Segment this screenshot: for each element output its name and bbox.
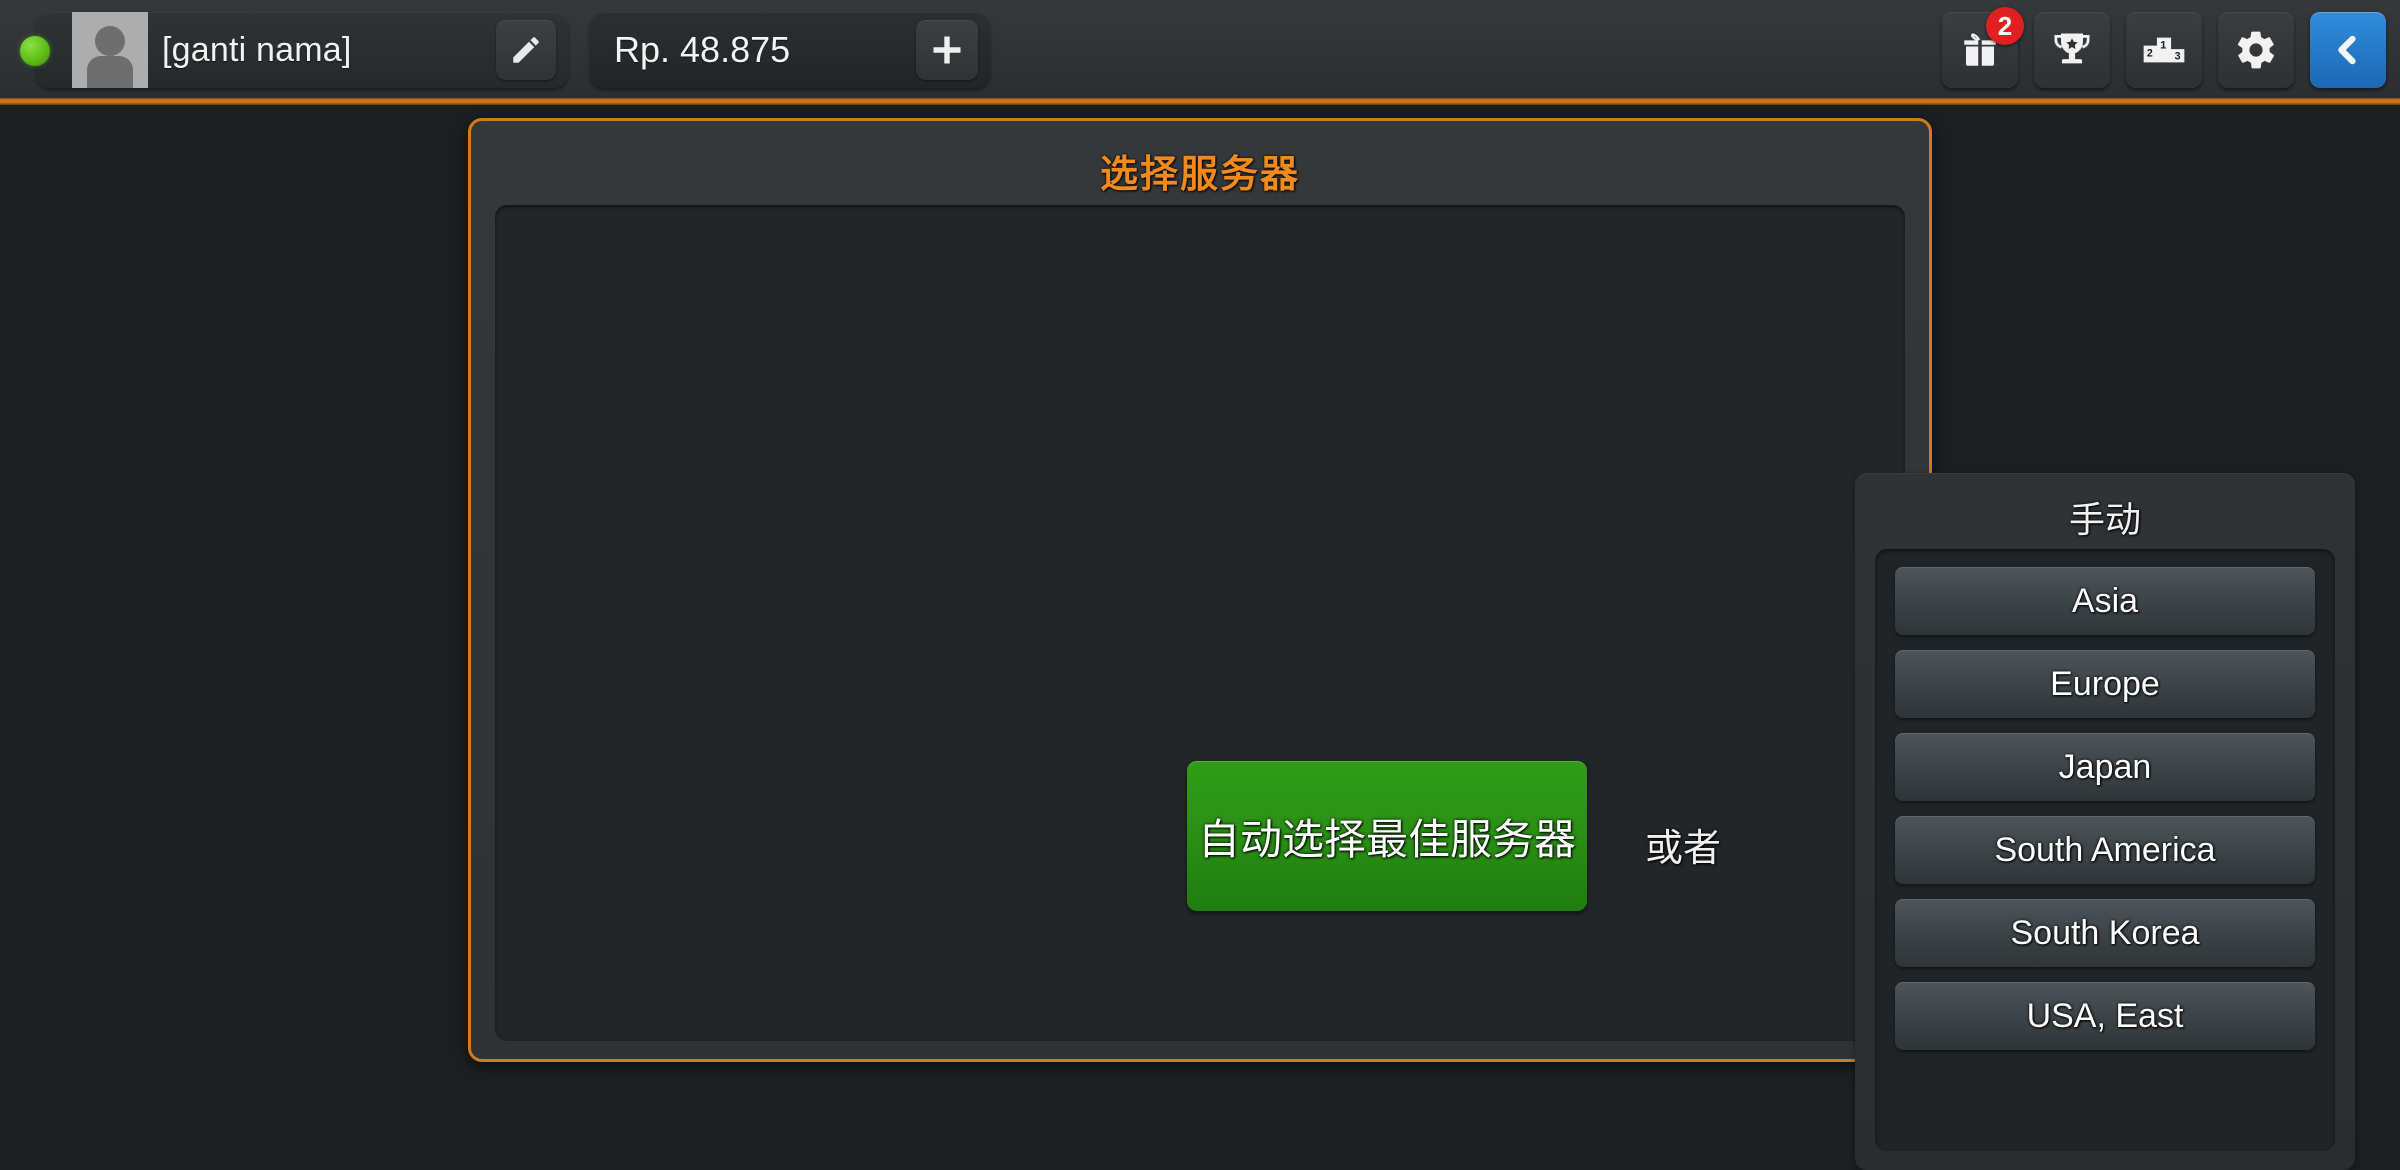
select-server-dialog: 选择服务器 自动选择最佳服务器 或者 手动 Asia Europe Japan … bbox=[468, 118, 2355, 1170]
back-button[interactable] bbox=[2310, 12, 2386, 88]
top-bar-tools: 2 1 2 3 bbox=[1942, 7, 2386, 88]
trophy-icon bbox=[2050, 28, 2094, 72]
leaderboard-button[interactable]: 1 2 3 bbox=[2126, 12, 2202, 88]
trophy-button[interactable] bbox=[2034, 12, 2110, 88]
top-bar: [ganti nama] Rp. 48.875 2 1 2 3 bbox=[0, 0, 2400, 100]
or-separator-label: 或者 bbox=[1645, 828, 1722, 870]
pencil-edit-icon bbox=[509, 33, 543, 67]
gear-icon bbox=[2234, 28, 2278, 72]
online-status-dot bbox=[20, 36, 50, 66]
server-item-south-america[interactable]: South America bbox=[1895, 816, 2315, 884]
svg-text:2: 2 bbox=[2147, 47, 2153, 59]
currency-amount-label: Rp. 48.875 bbox=[614, 29, 791, 70]
edit-name-button[interactable] bbox=[496, 20, 556, 80]
avatar-head bbox=[95, 26, 125, 56]
top-bar-divider bbox=[0, 98, 2400, 105]
gift-badge: 2 bbox=[1986, 7, 2024, 45]
chevron-left-icon bbox=[2327, 29, 2369, 71]
add-currency-button[interactable] bbox=[916, 20, 978, 80]
manual-panel-title: 手动 bbox=[2068, 499, 2141, 540]
server-item-asia[interactable]: Asia bbox=[1895, 567, 2315, 635]
server-item-europe[interactable]: Europe bbox=[1895, 650, 2315, 718]
manual-server-panel: 手动 Asia Europe Japan South America South… bbox=[1855, 473, 2355, 1170]
podium-icon: 1 2 3 bbox=[2141, 30, 2187, 70]
gift-button[interactable]: 2 bbox=[1942, 7, 2024, 88]
settings-button[interactable] bbox=[2218, 12, 2294, 88]
server-list: Asia Europe Japan South America South Ko… bbox=[1875, 549, 2335, 1151]
server-item-japan[interactable]: Japan bbox=[1895, 733, 2315, 801]
server-item-south-korea[interactable]: South Korea bbox=[1895, 899, 2315, 967]
user-avatar-icon[interactable] bbox=[72, 12, 148, 88]
svg-text:1: 1 bbox=[2160, 40, 2166, 52]
avatar-body bbox=[87, 56, 133, 88]
auto-select-best-server-button[interactable]: 自动选择最佳服务器 bbox=[1187, 761, 1587, 911]
server-item-usa-east[interactable]: USA, East bbox=[1895, 982, 2315, 1050]
dialog-content-panel: 自动选择最佳服务器 或者 手动 Asia Europe Japan South … bbox=[495, 205, 2355, 1170]
plus-icon bbox=[929, 32, 965, 68]
svg-text:3: 3 bbox=[2175, 51, 2181, 63]
dialog-title: 选择服务器 bbox=[1099, 154, 1300, 196]
player-name-label: [ganti nama] bbox=[162, 30, 352, 69]
